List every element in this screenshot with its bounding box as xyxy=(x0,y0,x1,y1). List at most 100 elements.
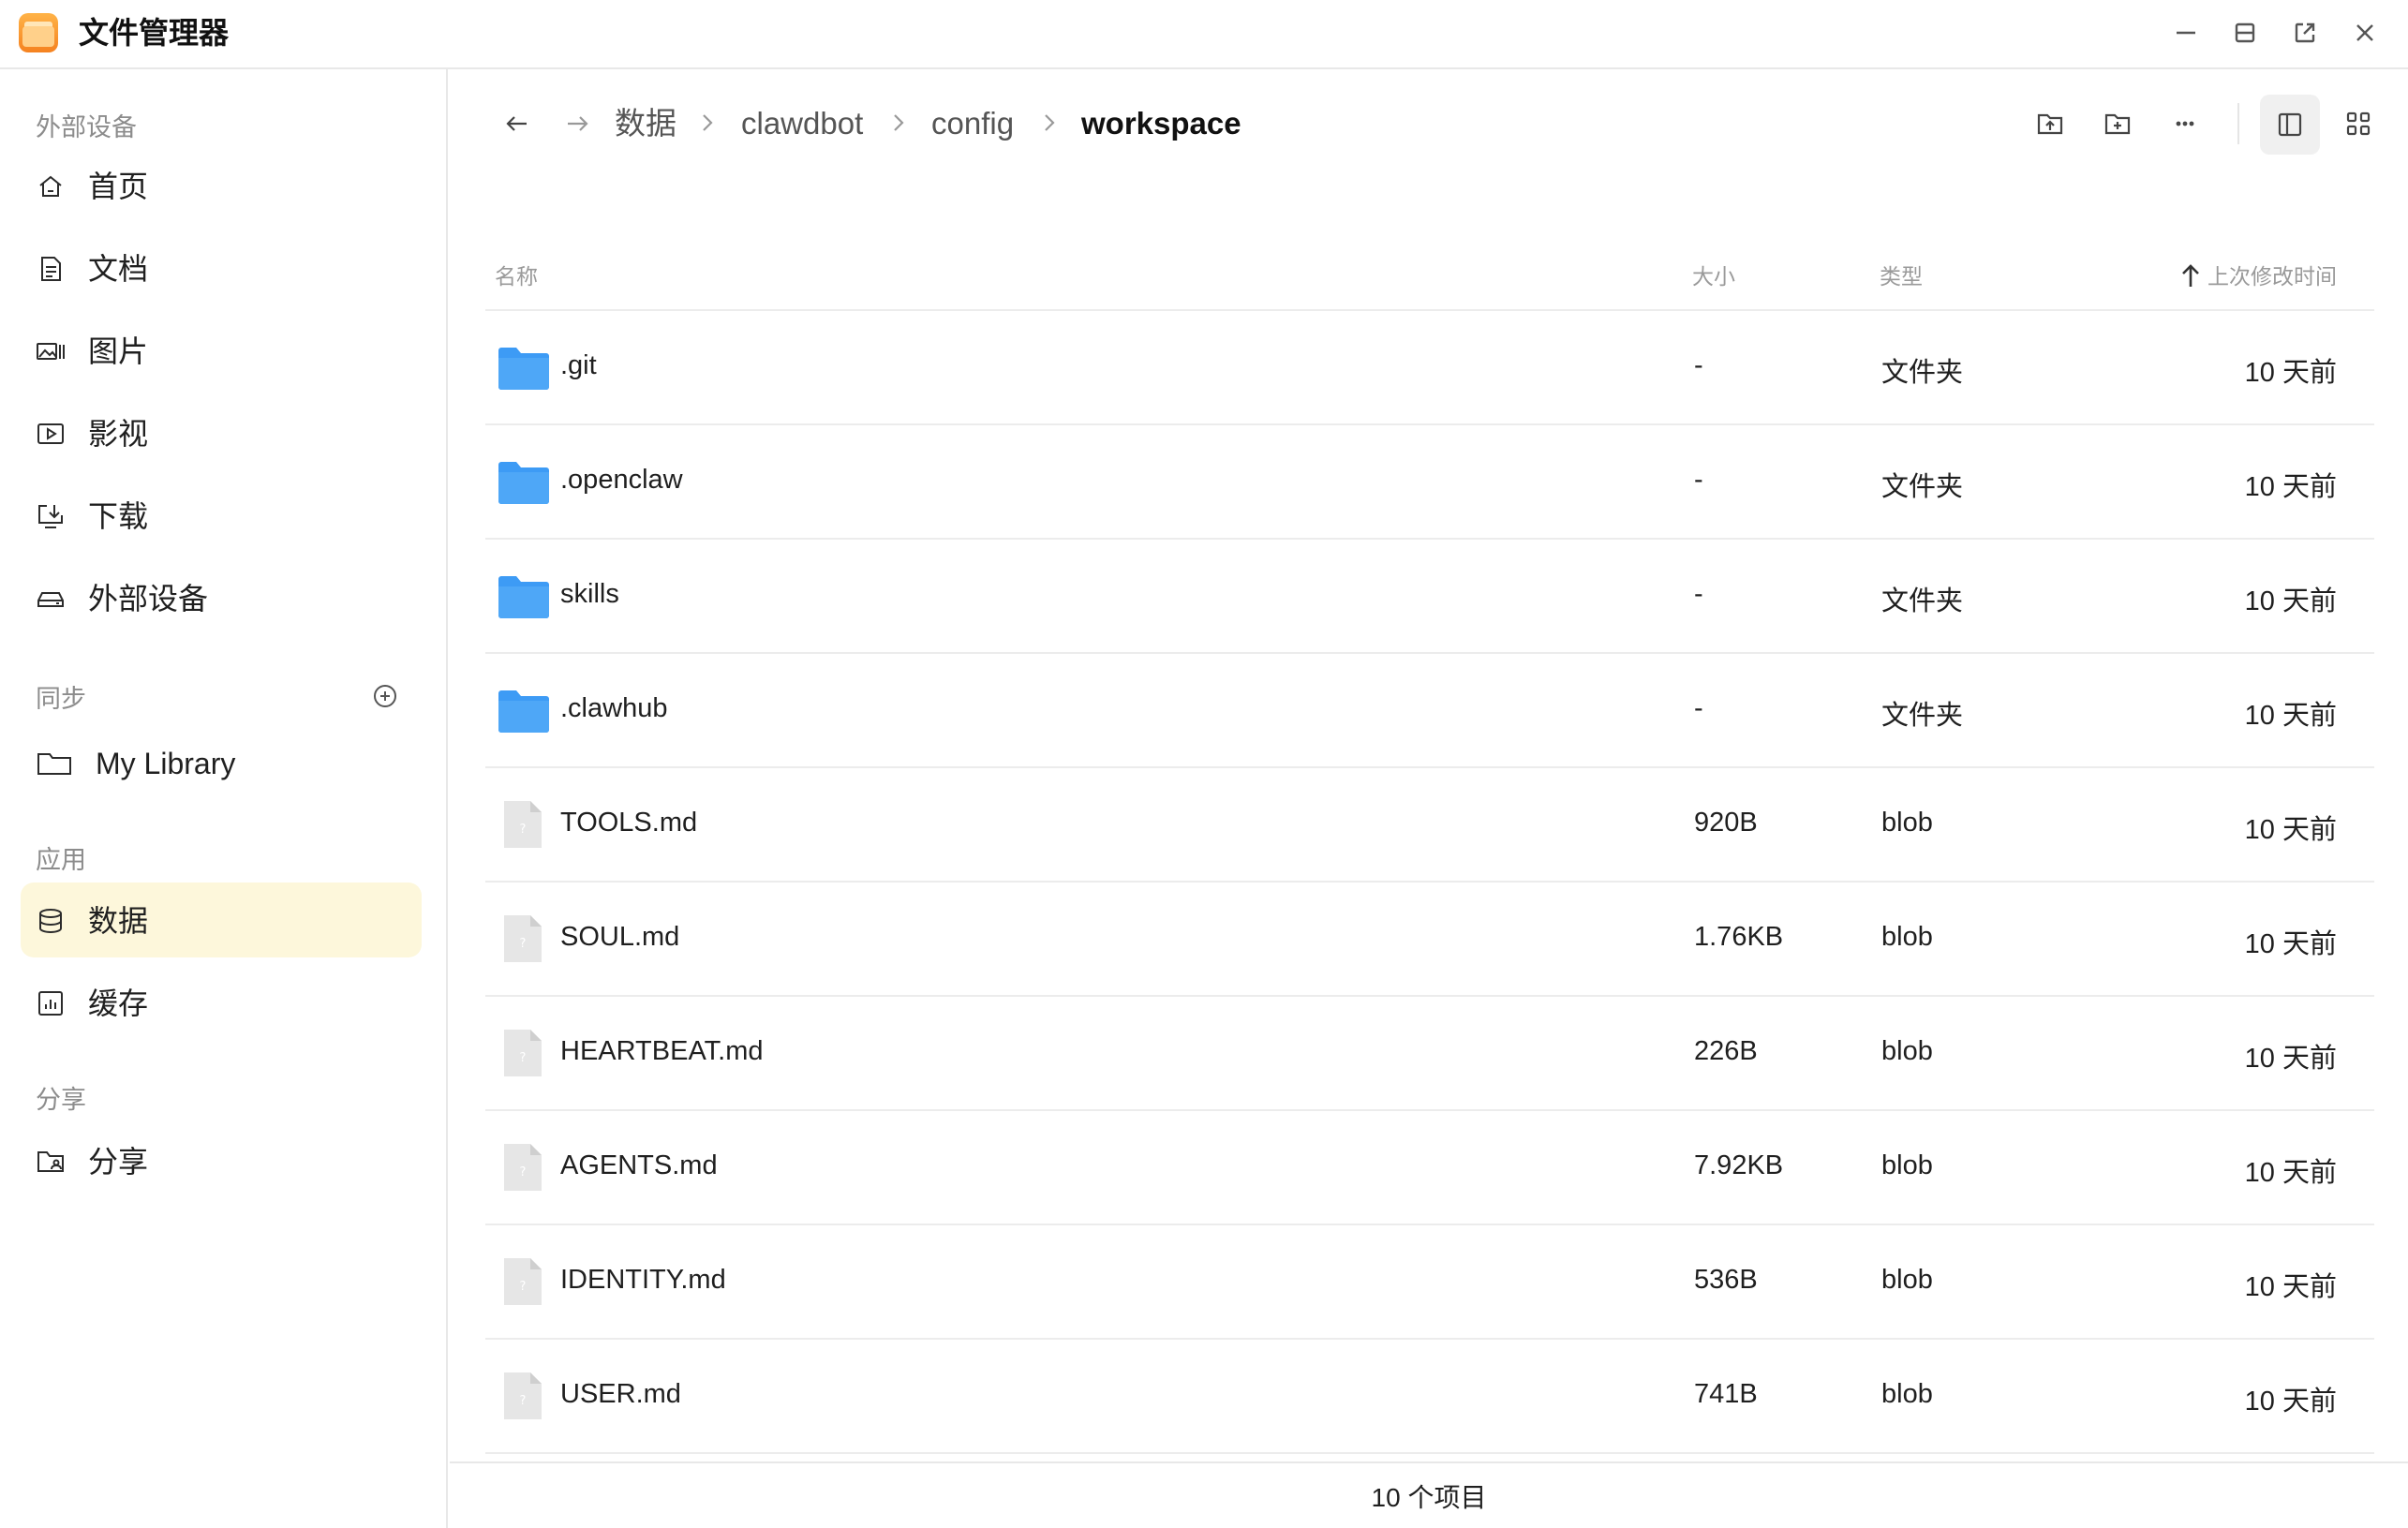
maximize-icon[interactable] xyxy=(2226,14,2264,52)
forward-button[interactable] xyxy=(553,99,602,148)
file-size: 7.92KB xyxy=(1694,1150,1784,1180)
svg-text:?: ? xyxy=(520,1165,527,1179)
column-header-size[interactable]: 大小 xyxy=(1692,259,1735,290)
svg-text:?: ? xyxy=(520,1394,527,1408)
pop-out-icon[interactable] xyxy=(2286,14,2324,52)
sidebar-item-external-devices[interactable]: 外部设备 xyxy=(21,560,422,635)
grid-view-button[interactable] xyxy=(2334,99,2383,148)
file-size: 1.76KB xyxy=(1694,922,1784,952)
unknown-file-icon: ? xyxy=(497,915,549,963)
sidebar-item-documents[interactable]: 文档 xyxy=(21,230,422,305)
table-row[interactable]: ? AGENTS.md 7.92KB blob 10 天前 xyxy=(485,1111,2374,1225)
folder-icon xyxy=(36,749,73,779)
drive-icon xyxy=(36,584,66,614)
file-size: - xyxy=(1694,465,1703,495)
file-name: IDENTITY.md xyxy=(560,1265,726,1295)
file-name: SOUL.md xyxy=(560,922,680,952)
title-bar: 文件管理器 xyxy=(0,0,2408,69)
file-size: 226B xyxy=(1694,1036,1758,1066)
unknown-file-icon: ? xyxy=(497,801,549,849)
breadcrumb-item-config[interactable]: config xyxy=(931,103,1014,144)
folder-add-icon xyxy=(2104,113,2131,135)
sort-ascending-icon xyxy=(2179,262,2202,289)
svg-text:?: ? xyxy=(520,1280,527,1294)
sidebar-panel-icon xyxy=(2278,112,2302,137)
arrow-right-icon xyxy=(568,116,588,131)
sidebar-item-video[interactable]: 影视 xyxy=(21,395,422,470)
breadcrumb-item-workspace[interactable]: workspace xyxy=(1081,103,1241,144)
folder-icon xyxy=(497,459,549,506)
shared-folder-icon xyxy=(36,1147,66,1177)
column-header-modified-label: 上次修改时间 xyxy=(2207,264,2337,289)
sidebar: 外部设备 首页 文档 图片 影视 下载 外部设备 同步 My Library 应… xyxy=(0,69,448,1528)
chevron-right-icon xyxy=(1037,111,1062,135)
grid-icon xyxy=(2346,111,2371,136)
table-row[interactable]: ? TOOLS.md 920B blob 10 天前 xyxy=(485,768,2374,883)
toolbar-divider xyxy=(2237,103,2239,144)
folder-upload-icon xyxy=(2037,113,2063,135)
svg-text:?: ? xyxy=(520,1051,527,1065)
sidebar-item-data[interactable]: 数据 xyxy=(21,883,422,957)
svg-text:?: ? xyxy=(520,937,527,951)
chevron-right-icon xyxy=(886,111,911,135)
table-row[interactable]: .openclaw - 文件夹 10 天前 xyxy=(485,425,2374,540)
video-icon xyxy=(36,419,66,449)
app-title: 文件管理器 xyxy=(79,16,230,50)
more-button[interactable] xyxy=(2161,99,2209,148)
table-row[interactable]: skills - 文件夹 10 天前 xyxy=(485,540,2374,654)
sidebar-item-cache[interactable]: 缓存 xyxy=(21,965,422,1040)
file-type: blob xyxy=(1881,922,1933,952)
minimize-icon[interactable] xyxy=(2167,14,2205,52)
svg-text:?: ? xyxy=(520,823,527,837)
unknown-file-icon: ? xyxy=(497,1372,549,1420)
section-title-external: 外部设备 xyxy=(36,113,137,141)
sidebar-item-home[interactable]: 首页 xyxy=(21,148,422,223)
unknown-file-icon: ? xyxy=(497,1258,549,1306)
cache-icon xyxy=(36,988,66,1018)
sidebar-item-my-library[interactable]: My Library xyxy=(21,725,422,800)
table-row[interactable]: .git - 文件夹 10 天前 xyxy=(485,311,2374,425)
breadcrumb-item-clawdbot[interactable]: clawdbot xyxy=(741,103,863,144)
section-title-sync: 同步 xyxy=(36,685,86,713)
table-row[interactable]: ? SOUL.md 1.76KB blob 10 天前 xyxy=(485,883,2374,997)
column-header-modified[interactable]: 上次修改时间 xyxy=(2179,259,2337,290)
column-header-name[interactable]: 名称 xyxy=(495,259,538,290)
table-row[interactable]: ? IDENTITY.md 536B blob 10 天前 xyxy=(485,1225,2374,1340)
chevron-right-icon xyxy=(695,111,720,135)
file-modified: 10 天前 xyxy=(2244,929,2337,959)
toolbar: 数据 clawdbot config workspace xyxy=(450,69,2408,178)
sidebar-item-pictures[interactable]: 图片 xyxy=(21,313,422,388)
sidebar-item-download[interactable]: 下载 xyxy=(21,478,422,553)
sidebar-item-share[interactable]: 分享 xyxy=(21,1123,422,1198)
sidebar-item-label: 图片 xyxy=(88,334,149,368)
app-logo-icon xyxy=(19,13,58,52)
close-icon[interactable] xyxy=(2346,14,2384,52)
table-row[interactable]: .clawhub - 文件夹 10 天前 xyxy=(485,654,2374,768)
sidebar-item-label: 影视 xyxy=(88,417,149,451)
column-header-type[interactable]: 类型 xyxy=(1880,259,1923,290)
pictures-icon xyxy=(36,336,66,366)
table-header: 名称 大小 类型 上次修改时间 xyxy=(485,193,2374,311)
list-view-button[interactable] xyxy=(2260,95,2320,155)
file-name: HEARTBEAT.md xyxy=(560,1036,764,1066)
add-sync-icon[interactable] xyxy=(371,682,399,710)
back-button[interactable] xyxy=(493,99,542,148)
document-icon xyxy=(36,254,66,284)
file-type: 文件夹 xyxy=(1881,472,1964,502)
file-type: blob xyxy=(1881,1150,1933,1180)
table-row[interactable]: ? USER.md 741B blob 10 天前 xyxy=(485,1340,2374,1454)
unknown-file-icon: ? xyxy=(497,1144,549,1192)
file-type: blob xyxy=(1881,1379,1933,1409)
file-modified: 10 天前 xyxy=(2244,358,2337,388)
file-name: .openclaw xyxy=(560,465,683,495)
folder-icon xyxy=(497,345,549,392)
file-size: - xyxy=(1694,350,1703,380)
new-folder-button[interactable] xyxy=(2093,99,2142,148)
sidebar-item-label: 下载 xyxy=(88,499,149,533)
upload-button[interactable] xyxy=(2026,99,2074,148)
file-modified: 10 天前 xyxy=(2244,1158,2337,1188)
file-modified: 10 天前 xyxy=(2244,586,2337,616)
file-name: skills xyxy=(560,579,619,609)
table-row[interactable]: ? HEARTBEAT.md 226B blob 10 天前 xyxy=(485,997,2374,1111)
breadcrumb-item-data[interactable]: 数据 xyxy=(615,103,676,144)
